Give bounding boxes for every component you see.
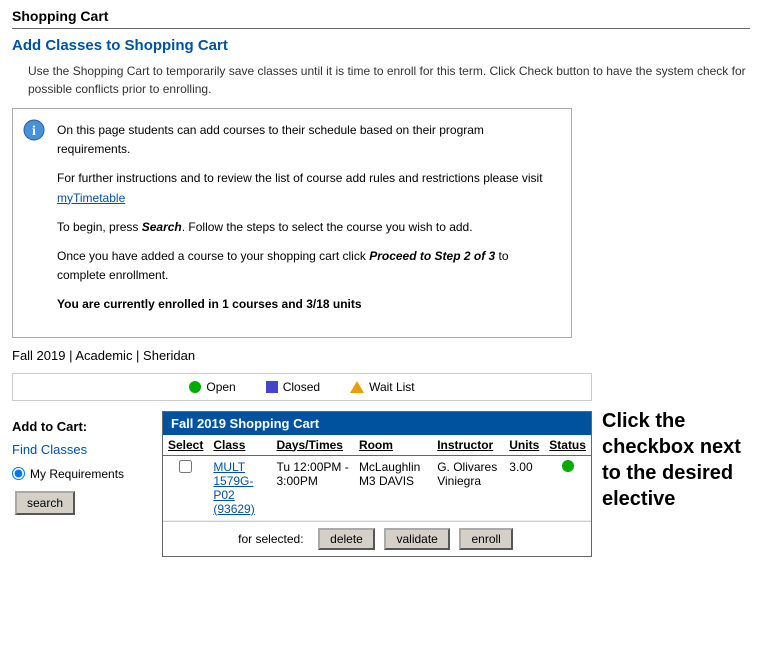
legend-waitlist: Wait List <box>350 380 415 394</box>
info-para2: For further instructions and to review t… <box>57 169 559 207</box>
for-selected-label: for selected: <box>238 532 303 546</box>
cart-table: Select Class Days/Times Room Instructor … <box>163 435 591 521</box>
info-para4: Once you have added a course to your sho… <box>57 247 559 285</box>
waitlist-triangle-icon <box>350 381 364 393</box>
enrolled-text: You are currently enrolled in 1 courses … <box>57 295 559 314</box>
info-content: On this page students can add courses to… <box>57 121 559 315</box>
col-room: Room <box>354 435 432 456</box>
my-requirements-text: My Requirements <box>30 467 124 481</box>
row-room: McLaughlin M3 DAVIS <box>354 455 432 520</box>
left-panel: Add to Cart: Find Classes My Requirement… <box>12 411 162 557</box>
add-to-cart-label: Add to Cart: <box>12 419 162 434</box>
sidebar-instruction: Click the checkbox next to the desired e… <box>602 408 762 512</box>
col-instructor: Instructor <box>432 435 504 456</box>
row-days: Tu 12:00PM - 3:00PM <box>271 455 353 520</box>
class-link[interactable]: MULT 1579G-P02 (93629) <box>213 460 254 516</box>
my-requirements-radio[interactable] <box>12 467 25 480</box>
col-select: Select <box>163 435 208 456</box>
cart-panel: Fall 2019 Shopping Cart Select Class Day… <box>162 411 592 557</box>
info-box: i On this page students can add courses … <box>12 108 572 338</box>
info-icon: i <box>23 119 45 141</box>
enroll-button[interactable]: enroll <box>459 528 512 550</box>
my-requirements-row: My Requirements <box>12 467 162 481</box>
info-para3: To begin, press Search. Follow the steps… <box>57 218 559 237</box>
legend-bar: Open Closed Wait List <box>12 373 592 401</box>
legend-closed: Closed <box>266 380 320 394</box>
find-classes-label[interactable]: Find Classes <box>12 442 162 457</box>
table-row: MULT 1579G-P02 (93629) Tu 12:00PM - 3:00… <box>163 455 591 520</box>
bottom-actions: for selected: delete validate enroll <box>163 521 591 556</box>
waitlist-label: Wait List <box>369 380 415 394</box>
status-open-icon <box>562 460 574 472</box>
page-title: Shopping Cart <box>12 8 750 29</box>
search-button[interactable]: search <box>15 491 75 515</box>
col-units: Units <box>504 435 544 456</box>
closed-dot-icon <box>266 381 278 393</box>
col-status: Status <box>544 435 591 456</box>
svg-text:i: i <box>32 124 36 139</box>
open-label: Open <box>206 380 235 394</box>
term-label: Fall 2019 | Academic | Sheridan <box>12 348 750 363</box>
col-class: Class <box>208 435 271 456</box>
validate-button[interactable]: validate <box>384 528 449 550</box>
cart-header: Fall 2019 Shopping Cart <box>163 412 591 435</box>
row-select <box>163 455 208 520</box>
row-instructor: G. Olivares Viniegra <box>432 455 504 520</box>
closed-label: Closed <box>283 380 320 394</box>
open-dot-icon <box>189 381 201 393</box>
col-days: Days/Times <box>271 435 353 456</box>
legend-open: Open <box>189 380 235 394</box>
row-status <box>544 455 591 520</box>
row-checkbox[interactable] <box>179 460 192 473</box>
section-title: Add Classes to Shopping Cart <box>12 37 750 54</box>
intro-text: Use the Shopping Cart to temporarily sav… <box>28 62 750 98</box>
main-layout: Add to Cart: Find Classes My Requirement… <box>12 411 592 557</box>
info-para1: On this page students can add courses to… <box>57 121 559 159</box>
delete-button[interactable]: delete <box>318 528 375 550</box>
row-class: MULT 1579G-P02 (93629) <box>208 455 271 520</box>
my-timetable-link[interactable]: myTimetable <box>57 191 125 205</box>
row-units: 3.00 <box>504 455 544 520</box>
